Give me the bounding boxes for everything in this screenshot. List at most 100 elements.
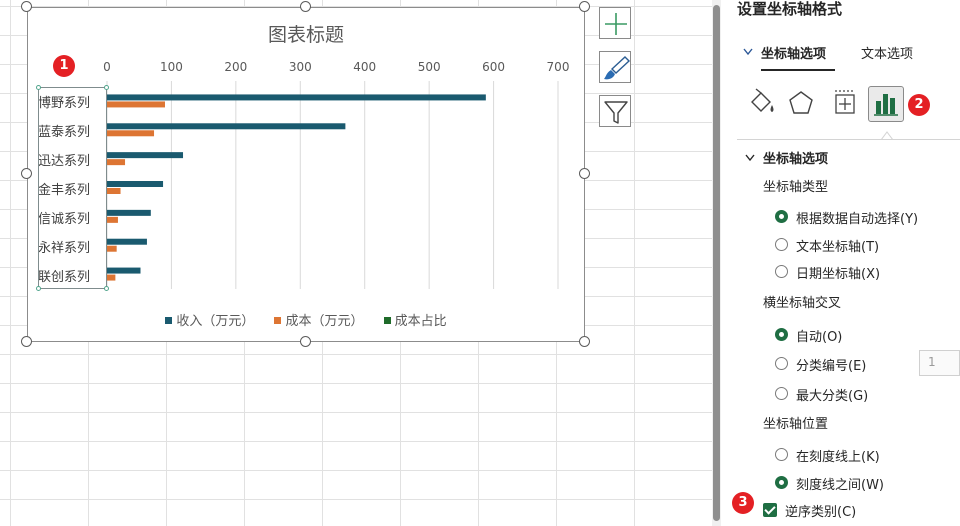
- resize-handle-left[interactable]: [21, 168, 32, 179]
- selection-handle[interactable]: [36, 85, 41, 90]
- legend-swatch: [165, 317, 173, 324]
- chevron-down-icon[interactable]: [743, 48, 753, 56]
- radio-button[interactable]: [775, 210, 788, 223]
- radio-button[interactable]: [775, 448, 788, 461]
- radio-crosses-auto[interactable]: 自动(O): [775, 326, 843, 345]
- selection-handle[interactable]: [36, 286, 41, 291]
- size-properties-tab[interactable]: [827, 86, 863, 122]
- radio-text-axis[interactable]: 文本坐标轴(T): [775, 236, 880, 255]
- radio-button[interactable]: [775, 387, 788, 400]
- radio-label: 刻度线之间(W): [796, 478, 884, 493]
- legend-item-revenue[interactable]: 收入（万元）: [165, 310, 254, 329]
- axis-type-label: 坐标轴类型: [763, 180, 829, 195]
- spreadsheet-grid[interactable]: 图表标题 0 100 200 300 400 500 600 700 博野系列 蓝泰系列 迅达系列…: [0, 0, 712, 526]
- category-axis-selection[interactable]: [36, 85, 109, 291]
- chart-legend[interactable]: 收入（万元） 成本（万元） 成本占比: [28, 310, 584, 329]
- bar-cost[interactable]: [107, 274, 116, 281]
- bar-cost[interactable]: [107, 130, 155, 137]
- resize-handle-bottom-right[interactable]: [579, 336, 590, 347]
- radio-label: 文本坐标轴(T): [796, 240, 880, 255]
- radio-label: 在刻度线上(K): [796, 450, 880, 465]
- legend-item-cost-ratio[interactable]: 成本占比: [383, 310, 447, 329]
- bar-revenue[interactable]: [107, 238, 147, 245]
- format-axis-pane[interactable]: 设置坐标轴格式 坐标轴选项 文本选项 2 坐标轴选项 坐标轴类型 根据数据自动选…: [721, 0, 960, 526]
- resize-handle-bottom-left[interactable]: [21, 336, 32, 347]
- effects-tab[interactable]: [783, 86, 819, 122]
- x-tick-label: 200: [224, 60, 248, 74]
- bar-cost[interactable]: [107, 159, 126, 166]
- legend-item-cost[interactable]: 成本（万元）: [274, 310, 364, 329]
- bar-chart-icon: [874, 94, 898, 116]
- chart-filters-button[interactable]: [599, 95, 631, 127]
- bar-cost[interactable]: [107, 188, 121, 194]
- fill-bucket-icon: [751, 88, 774, 112]
- step-badge-2: 2: [908, 94, 930, 116]
- radio-button[interactable]: [775, 357, 788, 370]
- bar-cost[interactable]: [107, 245, 117, 252]
- radio-button[interactable]: [775, 476, 788, 489]
- tab-axis-options[interactable]: 坐标轴选项: [761, 43, 826, 62]
- reverse-order-checkbox[interactable]: [763, 502, 777, 517]
- legend-label: 收入（万元）: [176, 314, 255, 329]
- chart-styles-button[interactable]: [599, 51, 631, 83]
- radio-label: 分类编号(E): [796, 359, 867, 374]
- divider: [737, 139, 960, 140]
- radio-label: 根据数据自动选择(Y): [796, 212, 919, 227]
- legend-swatch: [383, 317, 391, 324]
- plot-area[interactable]: [28, 8, 586, 343]
- legend-label: 成本占比: [394, 314, 447, 329]
- radio-label: 最大分类(G): [796, 389, 869, 404]
- x-tick-label: 700: [546, 60, 570, 74]
- chevron-down-icon[interactable]: [745, 154, 755, 162]
- bar-revenue[interactable]: [107, 209, 151, 216]
- resize-handle-right[interactable]: [579, 168, 590, 179]
- selection-handle[interactable]: [104, 85, 109, 90]
- radio-button[interactable]: [775, 328, 788, 341]
- x-tick-label: 600: [482, 60, 506, 74]
- chart-area[interactable]: 图表标题 0 100 200 300 400 500 600 700 博野系列 蓝泰系列 迅达系列…: [27, 7, 585, 342]
- radio-between-tick-marks[interactable]: 刻度线之间(W): [775, 474, 884, 493]
- radio-on-tick-marks[interactable]: 在刻度线上(K): [775, 446, 880, 465]
- plus-icon: [605, 13, 627, 35]
- bar-revenue[interactable]: [107, 123, 346, 130]
- selection-handle[interactable]: [104, 286, 109, 291]
- bar-revenue[interactable]: [107, 94, 486, 101]
- radio-crosses-max-category[interactable]: 最大分类(G): [775, 385, 869, 404]
- x-tick-label: 500: [417, 60, 441, 74]
- radio-button[interactable]: [775, 238, 788, 251]
- resize-handle-bottom[interactable]: [300, 336, 311, 347]
- bar-revenue[interactable]: [107, 152, 184, 159]
- radio-crosses-category-number[interactable]: 分类编号(E): [775, 355, 867, 374]
- crosses-label: 横坐标轴交叉: [763, 296, 842, 311]
- legend-label: 成本（万元）: [285, 314, 364, 329]
- bar-cost[interactable]: [107, 101, 165, 108]
- radio-label: 自动(O): [796, 330, 843, 345]
- resize-handle-top-left[interactable]: [21, 1, 32, 12]
- pentagon-icon: [789, 91, 813, 114]
- bar-revenue[interactable]: [107, 181, 164, 187]
- x-tick-label: 0: [103, 60, 111, 74]
- filter-icon: [604, 101, 628, 124]
- reverse-order-checkbox-row[interactable]: 逆序类别(C): [763, 501, 856, 520]
- axis-options-tab[interactable]: [868, 86, 904, 122]
- x-tick-label: 300: [288, 60, 312, 74]
- resize-handle-top[interactable]: [300, 1, 311, 12]
- brush-icon: [604, 56, 631, 80]
- vertical-scrollbar[interactable]: [712, 0, 721, 526]
- bar-cost[interactable]: [107, 216, 118, 223]
- radio-auto-select[interactable]: 根据数据自动选择(Y): [775, 208, 919, 227]
- radio-button[interactable]: [775, 265, 788, 278]
- resize-handle-top-right[interactable]: [579, 1, 590, 12]
- category-number-input[interactable]: 1: [919, 350, 960, 376]
- x-tick-label: 100: [159, 60, 183, 74]
- tab-text-options[interactable]: 文本选项: [861, 43, 913, 62]
- step-badge-1: 1: [53, 55, 75, 77]
- active-tab-indicator: [761, 69, 835, 71]
- radio-date-axis[interactable]: 日期坐标轴(X): [775, 263, 880, 282]
- chart-elements-button[interactable]: [599, 7, 631, 39]
- fill-line-tab[interactable]: [743, 86, 779, 122]
- scrollbar-thumb[interactable]: [713, 5, 720, 521]
- section-axis-options[interactable]: 坐标轴选项: [763, 148, 828, 167]
- bar-revenue[interactable]: [107, 267, 141, 274]
- x-tick-label: 400: [353, 60, 377, 74]
